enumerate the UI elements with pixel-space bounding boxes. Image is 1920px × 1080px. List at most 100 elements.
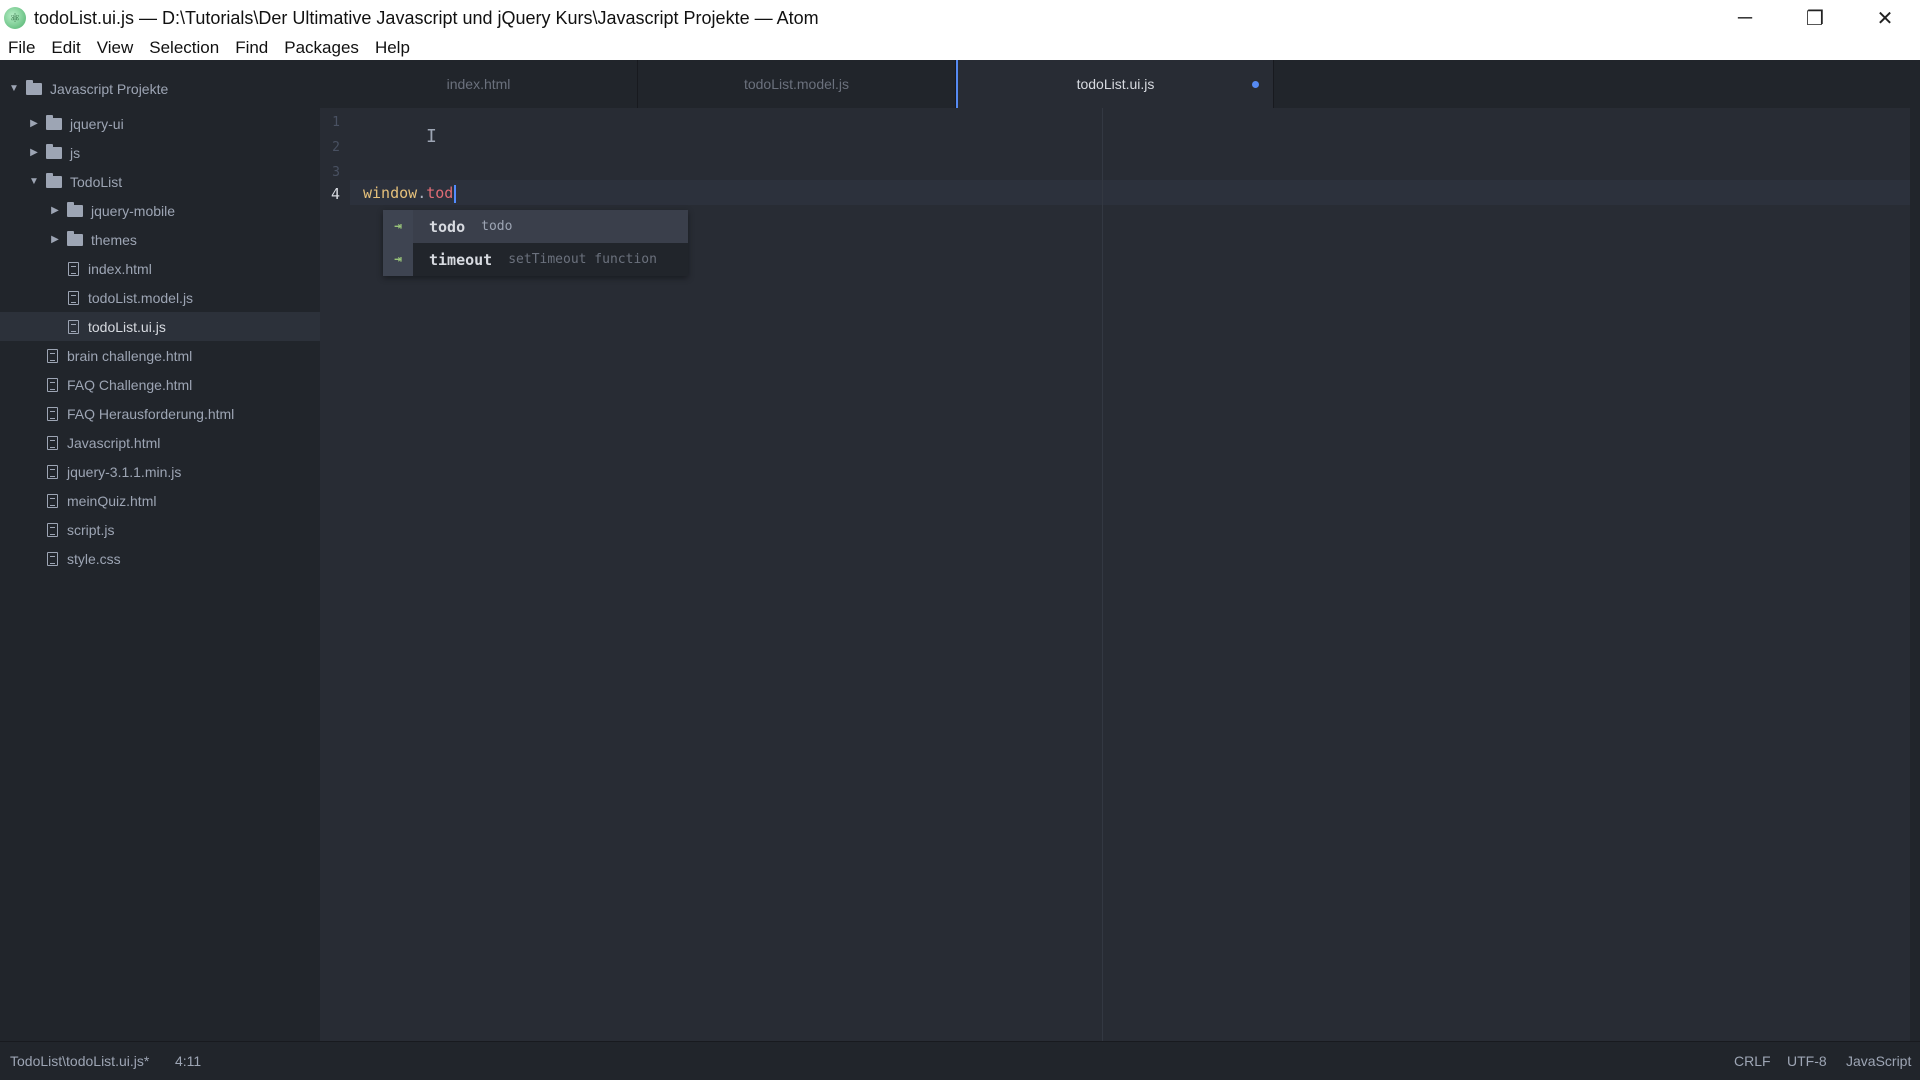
line-number-gutter: 1 2 3 4 — [320, 108, 350, 1041]
suggestion-description: todo — [481, 219, 513, 234]
tab-bar: index.html todoList.model.js todoList.ui… — [320, 60, 1920, 108]
close-icon[interactable]: ✕ — [1850, 0, 1920, 36]
tree-view: ▼ Javascript Projekte ▶ jquery-ui ▶ js ▼… — [0, 60, 388, 1041]
status-cursor-position[interactable]: 4:11 — [175, 1053, 201, 1069]
snippet-tab-icon: ⇥ — [383, 210, 413, 243]
menu-view[interactable]: View — [89, 38, 142, 58]
tree-item-label: todoList.ui.js — [88, 318, 166, 335]
status-line-ending[interactable]: CRLF — [1734, 1053, 1771, 1069]
file-text-icon — [47, 551, 58, 566]
chevron-right-icon[interactable]: ▶ — [49, 234, 61, 245]
tree-item-themes[interactable]: ▶ themes — [0, 225, 369, 254]
tree-item-label: meinQuiz.html — [67, 492, 157, 509]
tree-item-label: jquery-mobile — [91, 202, 176, 219]
tree-item-label: FAQ Challenge.html — [67, 376, 193, 393]
chevron-right-icon[interactable]: ▶ — [49, 205, 61, 216]
file-text-icon — [47, 464, 58, 479]
menu-help[interactable]: Help — [367, 38, 418, 58]
status-grammar[interactable]: JavaScript — [1846, 1053, 1911, 1069]
tree-item-label: TodoList — [70, 173, 123, 190]
tab-todolist-ui-js[interactable]: todoList.ui.js — [956, 60, 1274, 108]
tree-item-meinquiz-html[interactable]: meinQuiz.html — [0, 486, 367, 515]
tree-item-label: jquery-ui — [70, 115, 124, 132]
maximize-icon[interactable]: ❐ — [1780, 0, 1850, 36]
tree-item-jquery-ui[interactable]: ▶ jquery-ui — [0, 109, 348, 138]
chevron-down-icon[interactable]: ▼ — [8, 83, 20, 94]
tree-item-label: Javascript.html — [67, 434, 161, 451]
tab-label: index.html — [446, 76, 511, 92]
suggestion-word: timeout — [429, 250, 493, 269]
wrap-guide — [1102, 108, 1103, 1041]
tree-item-label: js — [70, 144, 81, 161]
tree-root-folder[interactable]: ▼ Javascript Projekte — [0, 74, 328, 103]
window-controls: ─ ❐ ✕ — [1710, 0, 1920, 36]
menu-bar: File Edit View Selection Find Packages H… — [0, 36, 1920, 60]
line-number-current: 4 — [330, 185, 340, 203]
tree-item-todolist[interactable]: ▼ TodoList — [0, 167, 348, 196]
chevron-right-icon[interactable]: ▶ — [28, 118, 40, 129]
tab-label: todoList.ui.js — [1076, 76, 1155, 92]
tree-item-label: todoList.model.js — [88, 289, 194, 306]
autocomplete-item-timeout[interactable]: ⇥ timeout setTimeout function — [383, 243, 688, 276]
vertical-scrollbar[interactable] — [1910, 108, 1920, 1041]
menu-find[interactable]: Find — [227, 38, 276, 58]
file-text-icon — [47, 348, 58, 363]
modified-dot-icon[interactable] — [1252, 81, 1259, 88]
menu-packages[interactable]: Packages — [276, 38, 367, 58]
tree-item-label: Javascript Projekte — [50, 80, 169, 97]
file-text-icon — [47, 435, 58, 450]
suggestion-word: todo — [429, 217, 466, 236]
file-text-icon — [47, 377, 58, 392]
code-line: window.tod — [363, 184, 457, 203]
menu-edit[interactable]: Edit — [43, 38, 88, 58]
tree-item-faq-herausforderung[interactable]: FAQ Herausforderung.html — [0, 399, 367, 428]
file-text-icon — [68, 319, 79, 334]
snippet-tab-icon: ⇥ — [383, 243, 413, 276]
folder-icon — [46, 114, 62, 130]
code-token-property: tod — [426, 184, 454, 202]
tree-item-script-js[interactable]: script.js — [0, 515, 367, 544]
code-token-dot: . — [417, 184, 427, 202]
folder-icon — [46, 172, 62, 188]
tab-todolist-model-js[interactable]: todoList.model.js — [638, 60, 956, 108]
status-bar: TodoList\todoList.ui.js* 4:11 CRLF UTF-8… — [0, 1041, 1920, 1080]
chevron-right-icon[interactable]: ▶ — [28, 147, 40, 158]
file-text-icon — [68, 261, 79, 276]
tab-index-html[interactable]: index.html — [320, 60, 638, 108]
line-number: 2 — [332, 140, 340, 155]
title-bar: ⚛ todoList.ui.js — D:\Tutorials\Der Ulti… — [0, 0, 1920, 36]
tree-item-jquery-mobile[interactable]: ▶ jquery-mobile — [0, 196, 369, 225]
tree-item-jquery-min-js[interactable]: jquery-3.1.1.min.js — [0, 457, 367, 486]
folder-icon — [67, 201, 83, 217]
minimize-icon[interactable]: ─ — [1710, 0, 1780, 36]
folder-icon — [67, 230, 83, 246]
line-number: 1 — [332, 115, 340, 130]
file-text-icon — [47, 406, 58, 421]
tree-item-label: themes — [91, 231, 137, 248]
menu-selection[interactable]: Selection — [141, 38, 227, 58]
line-number: 3 — [332, 165, 340, 180]
code-token-object: window — [363, 184, 418, 202]
window-title: todoList.ui.js — D:\Tutorials\Der Ultima… — [34, 7, 819, 28]
chevron-down-icon[interactable]: ▼ — [28, 176, 40, 187]
menu-file[interactable]: File — [0, 38, 43, 58]
tree-item-label: style.css — [67, 550, 121, 567]
autocomplete-item-todo[interactable]: ⇥ todo todo — [383, 210, 688, 243]
status-encoding[interactable]: UTF-8 — [1787, 1053, 1827, 1069]
tree-item-label: brain challenge.html — [67, 347, 193, 364]
tree-item-style-css[interactable]: style.css — [0, 544, 367, 573]
tree-item-brain-challenge[interactable]: brain challenge.html — [0, 341, 367, 370]
status-file-path[interactable]: TodoList\todoList.ui.js* — [10, 1053, 149, 1069]
cursor-line-highlight — [350, 180, 1910, 205]
file-text-icon — [47, 522, 58, 537]
tab-label: todoList.model.js — [743, 76, 850, 92]
tree-item-label: jquery-3.1.1.min.js — [67, 463, 182, 480]
tree-item-javascript-html[interactable]: Javascript.html — [0, 428, 367, 457]
tree-item-faq-challenge[interactable]: FAQ Challenge.html — [0, 370, 367, 399]
tree-item-js[interactable]: ▶ js — [0, 138, 348, 167]
suggestion-description: setTimeout function — [508, 252, 657, 267]
tree-item-label: FAQ Herausforderung.html — [67, 405, 235, 422]
tree-item-label: script.js — [67, 521, 115, 538]
autocomplete-popup: ⇥ todo todo ⇥ timeout setTimeout functio… — [383, 210, 688, 276]
file-text-icon — [47, 493, 58, 508]
